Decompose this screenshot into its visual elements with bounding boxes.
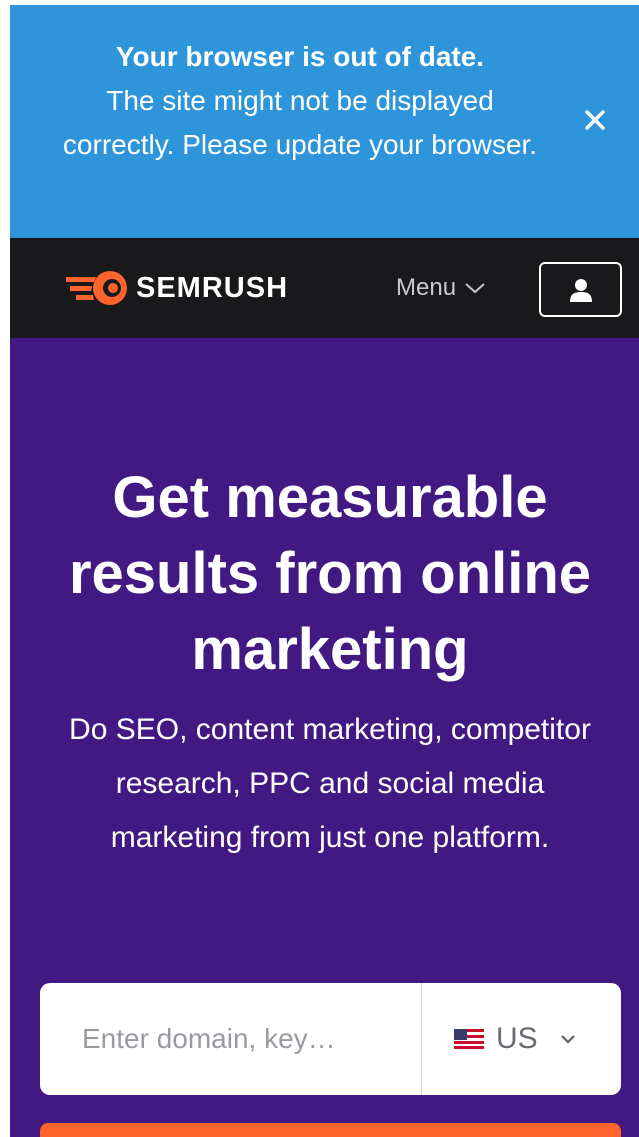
hero-section: Get measurable results from online marke… bbox=[10, 338, 639, 1137]
hero-subtitle: Do SEO, content marketing, competitor re… bbox=[69, 713, 591, 854]
outdated-browser-banner: Your browser is out of date. The site mi… bbox=[10, 5, 639, 238]
logo-text: SEMRUSH bbox=[136, 271, 289, 304]
search-submit-button[interactable] bbox=[40, 1123, 621, 1137]
menu-button[interactable]: Menu bbox=[396, 271, 486, 305]
database-select[interactable]: US bbox=[422, 983, 621, 1095]
banner-message: The site might not be displayed correctl… bbox=[62, 85, 538, 160]
semrush-logo[interactable]: SEMRUSH bbox=[66, 268, 288, 308]
user-account-button[interactable] bbox=[539, 262, 622, 317]
database-label: US bbox=[496, 1022, 538, 1055]
us-flag-icon bbox=[454, 1029, 484, 1049]
site-header: SEMRUSH Menu bbox=[10, 238, 639, 338]
semrush-fireball-icon bbox=[66, 271, 127, 305]
page: Your browser is out of date. The site mi… bbox=[10, 5, 639, 1137]
banner-text: Your browser is out of date. The site mi… bbox=[50, 35, 550, 167]
banner-close-button[interactable] bbox=[578, 103, 612, 137]
search-form: US bbox=[40, 983, 621, 1095]
chevron-down-icon bbox=[465, 283, 485, 294]
menu-label: Menu bbox=[396, 274, 457, 301]
close-icon bbox=[585, 110, 605, 130]
domain-search-input[interactable] bbox=[40, 983, 422, 1095]
hero-title: Get measurable results from online marke… bbox=[68, 465, 592, 682]
chevron-down-icon bbox=[560, 1035, 575, 1044]
user-icon bbox=[569, 278, 592, 302]
banner-title: Your browser is out of date. bbox=[115, 41, 485, 72]
